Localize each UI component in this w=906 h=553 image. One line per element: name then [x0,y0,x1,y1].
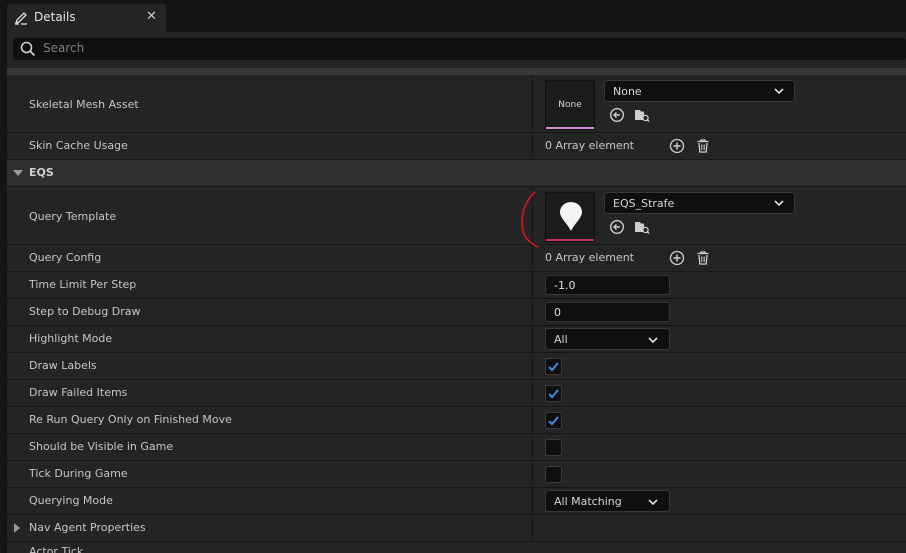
row-actor-tick: Actor Tick [7,542,906,553]
property-label: Draw Labels [29,359,97,372]
asset-type-underline [546,239,594,241]
asset-type-underline [546,127,594,129]
row-draw-labels: Draw Labels [7,353,906,380]
property-label: Nav Agent Properties [29,521,146,534]
property-label: Skin Cache Usage [29,139,128,152]
asset-picker-combo[interactable]: None [604,80,795,102]
row-querying-mode: Querying Mode All Matching [7,488,906,515]
thumbnail-text: None [558,100,582,110]
trash-icon[interactable] [695,250,711,266]
add-element-icon[interactable] [669,250,685,266]
property-label: Highlight Mode [29,332,113,345]
checkmark-icon [548,416,559,426]
property-label: Actor Tick [29,545,84,553]
browse-folder-icon[interactable] [634,107,650,123]
property-label: Re Run Query Only on Finished Move [29,413,232,426]
category-label: EQS [29,166,54,179]
details-panel: Search Skeletal Mesh Asset None None Ski… [7,32,906,553]
asset-thumbnail[interactable]: None [545,80,595,130]
array-count: 0 Array element [545,251,634,264]
search-placeholder: Search [43,41,85,55]
tab-title: Details [34,10,76,24]
asset-picker-value: EQS_Strafe [613,197,675,210]
trash-icon[interactable] [695,138,711,154]
browse-folder-icon[interactable] [634,219,650,235]
property-label: Query Template [29,210,117,223]
checkmark-icon [548,389,559,399]
use-selected-icon[interactable] [609,219,625,235]
tab-details[interactable]: Details ✕ [7,4,166,32]
row-rerun-query: Re Run Query Only on Finished Move [7,407,906,434]
draw-labels-checkbox[interactable] [545,358,562,375]
expand-arrow-icon[interactable] [14,523,20,533]
category-eqs[interactable]: EQS [7,160,906,187]
time-limit-input[interactable]: -1.0 [545,275,670,295]
asset-thumbnail[interactable] [545,192,595,242]
numeric-value: 0 [554,306,561,319]
querying-mode-dropdown[interactable]: All Matching [545,490,670,512]
dropdown-value: All Matching [554,495,622,508]
property-label: Time Limit Per Step [29,278,137,291]
use-selected-icon[interactable] [609,107,625,123]
row-highlight-mode: Highlight Mode All [7,326,906,353]
chevron-down-icon [774,200,784,207]
row-visible-in-game: Should be Visible in Game [7,434,906,461]
row-step-to-debug-draw: Step to Debug Draw 0 [7,299,906,326]
dropdown-value: All [554,333,568,346]
expand-arrow-icon[interactable] [13,170,23,176]
asset-picker-combo[interactable]: EQS_Strafe [604,192,795,214]
property-label: Step to Debug Draw [29,305,141,318]
row-skin-cache-usage: Skin Cache Usage 0 Array element [7,133,906,160]
row-time-limit-per-step: Time Limit Per Step -1.0 [7,272,906,299]
pencil-icon [14,12,27,25]
chevron-down-icon [774,88,784,95]
draw-failed-checkbox[interactable] [545,385,562,402]
eqs-pin-icon [560,202,582,231]
numeric-value: -1.0 [554,279,576,292]
row-draw-failed-items: Draw Failed Items [7,380,906,407]
asset-picker-value: None [613,85,642,98]
search-bar: Search [7,32,906,68]
property-label: Tick During Game [29,467,128,480]
highlight-mode-dropdown[interactable]: All [545,328,670,350]
property-label: Query Config [29,251,102,264]
search-icon [20,41,36,57]
property-label: Should be Visible in Game [29,440,174,453]
row-query-template: Query Template EQS_Strafe [7,187,906,245]
row-query-config: Query Config 0 Array element [7,245,906,272]
property-label: Draw Failed Items [29,386,128,399]
row-tick-during-game: Tick During Game [7,461,906,488]
step-debug-input[interactable]: 0 [545,302,670,322]
chevron-down-icon [648,499,658,506]
visible-in-game-checkbox[interactable] [545,439,562,456]
checkmark-icon [548,362,559,372]
tab-bar: Details ✕ [0,0,906,34]
tick-during-game-checkbox[interactable] [545,466,562,483]
property-label: Skeletal Mesh Asset [29,98,139,111]
red-annotation-stroke [521,191,539,248]
row-skeletal-mesh-asset: Skeletal Mesh Asset None None [7,75,906,133]
array-count: 0 Array element [545,139,634,152]
chevron-down-icon [648,337,658,344]
row-nav-agent-properties[interactable]: Nav Agent Properties [7,515,906,542]
rerun-query-checkbox[interactable] [545,412,562,429]
search-input[interactable]: Search [13,38,906,60]
add-element-icon[interactable] [669,138,685,154]
scroll-shadow [7,68,906,75]
property-label: Querying Mode [29,494,113,507]
close-icon[interactable]: ✕ [146,9,157,24]
